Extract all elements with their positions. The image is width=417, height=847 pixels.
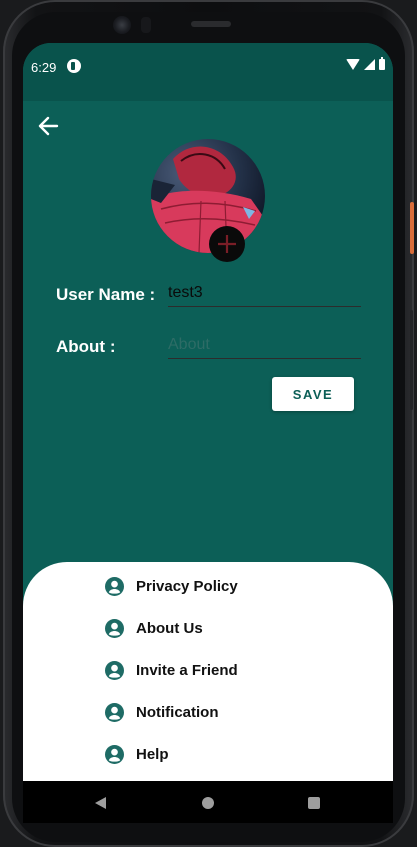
profile-photo-image	[151, 139, 265, 253]
menu-item-label: Privacy Policy	[136, 577, 238, 595]
about-field[interactable]: About	[168, 334, 361, 359]
account-circle-icon	[105, 702, 124, 722]
earpiece-speaker	[191, 21, 231, 27]
app-screen: 6:29 User Name: test3 About: About SAV…	[23, 43, 393, 823]
menu-item-privacy-policy[interactable]: Privacy Policy	[105, 574, 238, 598]
volume-button[interactable]	[410, 310, 413, 410]
menu-item-about-us[interactable]: About Us	[105, 616, 203, 640]
username-field[interactable]: test3	[168, 282, 361, 307]
nav-back-icon[interactable]	[95, 797, 106, 809]
profile-photo[interactable]	[151, 139, 265, 253]
back-button[interactable]	[37, 115, 59, 137]
plus-icon	[218, 235, 236, 253]
proximity-sensor	[141, 17, 151, 33]
menu-item-help[interactable]: Help	[105, 742, 169, 766]
front-camera	[113, 16, 131, 34]
wifi-icon	[346, 59, 360, 70]
account-circle-icon	[105, 660, 124, 680]
account-circle-icon	[105, 576, 124, 596]
menu-item-label: Invite a Friend	[136, 661, 238, 679]
nav-recents-icon[interactable]	[308, 797, 320, 809]
menu-item-notification[interactable]: Notification	[105, 700, 219, 724]
username-label: User Name :	[56, 285, 156, 304]
account-circle-icon	[105, 744, 124, 764]
menu-item-invite-friend[interactable]: Invite a Friend	[105, 658, 238, 682]
menu-item-label: Notification	[136, 703, 219, 721]
account-circle-icon	[105, 618, 124, 638]
menu-item-label: Help	[136, 745, 169, 763]
status-time: 6:29	[31, 60, 57, 75]
menu-item-label: About Us	[136, 619, 203, 637]
save-button[interactable]: SAVE	[272, 377, 354, 411]
battery-icon	[379, 57, 385, 70]
system-nav-bar	[23, 781, 393, 823]
arrow-left-icon	[38, 116, 59, 136]
add-photo-button[interactable]	[209, 226, 245, 262]
nav-home-icon[interactable]	[202, 797, 214, 809]
status-icons	[346, 57, 385, 70]
power-button[interactable]	[410, 202, 414, 254]
status-bar: 6:29	[23, 43, 393, 101]
signal-icon	[364, 59, 375, 70]
about-label: About :	[56, 337, 116, 356]
app-notification-icon	[67, 59, 81, 73]
